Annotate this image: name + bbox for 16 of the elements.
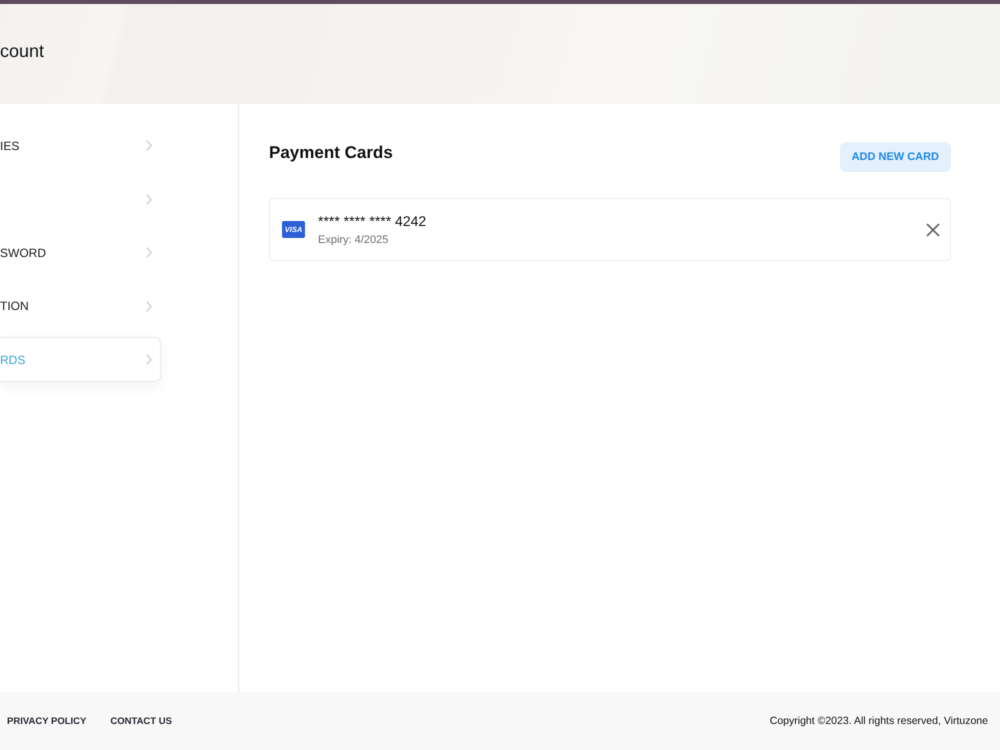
footer-link[interactable]: CONTACT US [110,716,172,726]
chevron-right-icon [146,247,152,258]
chevron-right-icon [146,194,152,204]
chevron-right-icon [146,300,152,312]
sidebar-item[interactable]: SWORD [0,230,161,275]
sidebar-item[interactable]: TION [0,284,161,328]
card-expiry: Expiry: 4/2025 [318,232,390,246]
page-title: count [0,40,44,62]
chevron-right-icon [146,354,152,365]
section-title: Payment Cards [269,142,393,163]
sidebar-item[interactable]: IES [0,123,161,168]
footer-link[interactable]: PRIVACY POLICY [7,716,86,726]
close-icon[interactable] [926,222,940,236]
copyright-text: Copyright ©2023. All rights reserved, Virtuzone [770,715,988,727]
chevron-right-icon [146,140,152,151]
card-number: **** **** **** 4242 [318,212,428,230]
